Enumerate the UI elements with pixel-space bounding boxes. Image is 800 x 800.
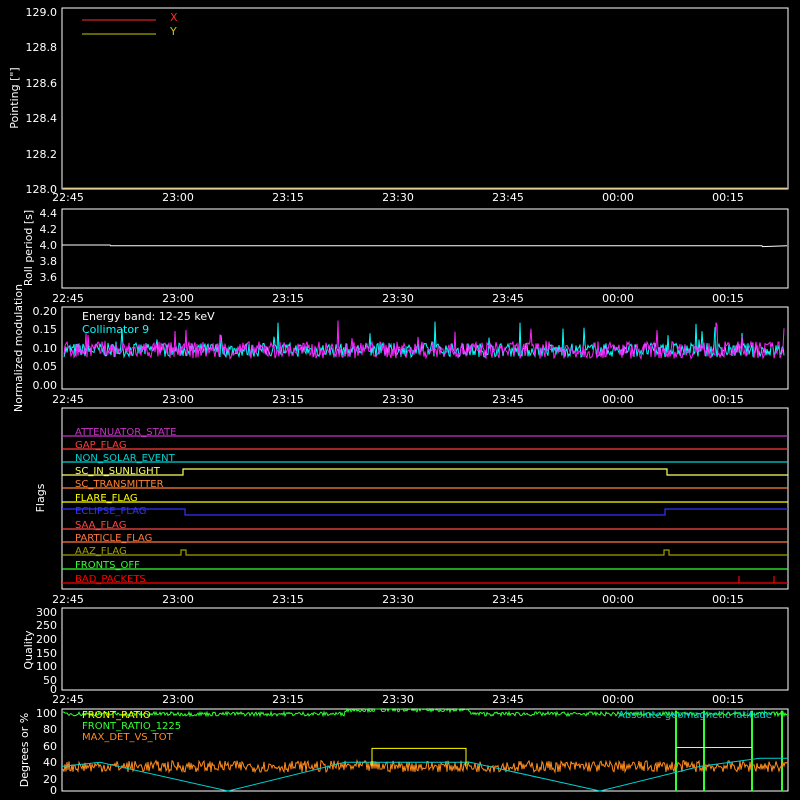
flag-line <box>62 508 788 516</box>
pointing-yticks: 129.0 128.8 128.6 128.4 128.2 128.0 <box>26 6 58 196</box>
quality-frame <box>61 607 789 691</box>
modulation-ytick-label: 0.00 <box>33 379 58 392</box>
roll-ytick-label: 3.8 <box>40 255 58 268</box>
modulation-ytick-label: 0.15 <box>33 323 58 336</box>
pointing-ylabel: Pointing ["] <box>8 67 21 128</box>
quality-panel: 300 250 200 150 100 50 0 Quality <box>22 606 789 696</box>
time-tick-label: 23:15 <box>272 693 304 706</box>
roll-ytick-label: 4.0 <box>40 239 58 252</box>
time-tick-label: 00:15 <box>712 191 744 204</box>
pointing-panel: 129.0 128.8 128.6 128.4 128.2 128.0 Poin… <box>8 6 789 196</box>
flag-line <box>62 468 788 476</box>
roll-yticks: 4.4 4.2 4.0 3.8 3.6 <box>40 207 58 284</box>
hessi-observing-summary: 129.0 128.8 128.6 128.4 128.2 128.0 Poin… <box>8 6 789 797</box>
time-tick-label: 00:15 <box>712 292 744 305</box>
flag-line <box>62 549 788 556</box>
time-tick-label: 23:45 <box>492 693 524 706</box>
roll-ytick-label: 4.2 <box>40 223 58 236</box>
time-tick-label: 00:15 <box>712 693 744 706</box>
collimator-legend: Collimator 9 <box>82 323 149 336</box>
time-tick-label: 00:00 <box>602 693 634 706</box>
time-tick-label: 00:00 <box>602 593 634 606</box>
quality-ytick-label: 150 <box>36 647 57 660</box>
front-ratio-1225-legend: FRONT_RATIO_1225 <box>82 721 181 732</box>
time-tick-label: 22:45 <box>52 393 84 406</box>
flag-line <box>62 576 788 584</box>
pointing-ytick-label: 128.6 <box>26 77 58 90</box>
flags-ylabel: Flags <box>34 483 47 512</box>
pointing-ytick-label: 128.8 <box>26 41 58 54</box>
degrees-ytick-label: 80 <box>43 723 57 736</box>
time-tick-label: 23:45 <box>492 292 524 305</box>
time-tick-label: 23:30 <box>382 393 414 406</box>
time-tick-label: 23:45 <box>492 593 524 606</box>
flag-label: ECLIPSE_FLAG <box>75 506 146 517</box>
pointing-legend: X Y <box>82 11 178 38</box>
quality-ylabel: Quality <box>22 630 35 670</box>
time-tick-label: 00:00 <box>602 191 634 204</box>
modulation-ytick-label: 0.05 <box>33 360 58 373</box>
modulation-series-line <box>63 321 785 359</box>
time-tick-label: 23:00 <box>162 593 194 606</box>
time-tick-label: 23:00 <box>162 393 194 406</box>
time-tick-label: 23:15 <box>272 393 304 406</box>
modulation-yticks: 0.20 0.15 0.10 0.05 0.00 <box>33 305 58 392</box>
modulation-ytick-label: 0.20 <box>33 305 58 318</box>
roll-period-series <box>62 244 788 248</box>
quality-ytick-label: 250 <box>36 619 57 632</box>
pointing-ytick-label: 128.4 <box>26 112 58 125</box>
time-tick-label: 22:45 <box>52 191 84 204</box>
time-tick-label: 23:45 <box>492 393 524 406</box>
degrees-ytick-label: 60 <box>43 740 57 753</box>
legend-label-y: Y <box>169 25 177 38</box>
quality-ytick-label: 200 <box>36 633 57 646</box>
roll-period-panel: 4.4 4.2 4.0 3.8 3.6 Roll period [s] <box>22 207 789 289</box>
degrees-ylabel: Degrees or % <box>18 713 31 787</box>
quality-ytick-label: 100 <box>36 660 57 673</box>
time-tick-label: 23:30 <box>382 292 414 305</box>
degrees-ytick-label: 100 <box>36 707 57 720</box>
time-tick-label: 22:45 <box>52 693 84 706</box>
time-tick-label: 23:00 <box>162 693 194 706</box>
roll-ytick-label: 4.4 <box>40 207 58 220</box>
degrees-ytick-label: 40 <box>43 756 57 769</box>
time-tick-label: 23:00 <box>162 191 194 204</box>
time-tick-label: 00:00 <box>602 393 634 406</box>
pointing-ytick-label: 128.2 <box>26 148 58 161</box>
time-tick-label: 00:15 <box>712 593 744 606</box>
time-tick-label: 23:30 <box>382 693 414 706</box>
roll-frame <box>61 208 789 289</box>
time-tick-label: 23:15 <box>272 292 304 305</box>
max-det-legend: MAX_DET_VS_TOT <box>82 732 174 743</box>
degrees-ytick-label: 0 <box>50 784 57 797</box>
geomagnetic-latitude-annotation: Absolute geomagnetic latitude <box>618 710 772 721</box>
degrees-panel: 100 80 60 40 20 0 Degrees or % FRONT_RAT… <box>18 707 789 797</box>
flag-rows: ATTENUATOR_STATEGAP_FLAGNON_SOLAR_EVENTS… <box>62 427 788 585</box>
time-tick-label: 00:00 <box>602 292 634 305</box>
modulation-ytick-label: 0.10 <box>33 342 58 355</box>
degrees-yticks: 100 80 60 40 20 0 <box>36 707 57 797</box>
time-tick-label: 23:30 <box>382 593 414 606</box>
time-tick-label: 22:45 <box>52 292 84 305</box>
time-tick-label: 22:45 <box>52 593 84 606</box>
roll-ytick-label: 3.6 <box>40 271 58 284</box>
quality-yticks: 300 250 200 150 100 50 0 <box>36 606 57 696</box>
time-tick-label: 23:00 <box>162 292 194 305</box>
time-tick-label: 23:30 <box>382 191 414 204</box>
time-tick-label: 00:15 <box>712 393 744 406</box>
modulation-ylabel: Normalized modulation <box>12 284 25 412</box>
front-ratio-legend: FRONT_RATIO <box>82 710 151 721</box>
flags-panel: Flags ATTENUATOR_STATEGAP_FLAGNON_SOLAR_… <box>34 407 789 590</box>
time-tick-label: 23:45 <box>492 191 524 204</box>
energy-band-annotation: Energy band: 12-25 keV <box>82 310 215 323</box>
time-tick-label: 23:15 <box>272 593 304 606</box>
modulation-series <box>63 320 785 361</box>
legend-label-x: X <box>170 11 178 24</box>
quality-ytick-label: 300 <box>36 606 57 619</box>
time-tick-label: 23:15 <box>272 191 304 204</box>
roll-ylabel: Roll period [s] <box>22 210 35 286</box>
pointing-ytick-label: 129.0 <box>26 6 58 19</box>
